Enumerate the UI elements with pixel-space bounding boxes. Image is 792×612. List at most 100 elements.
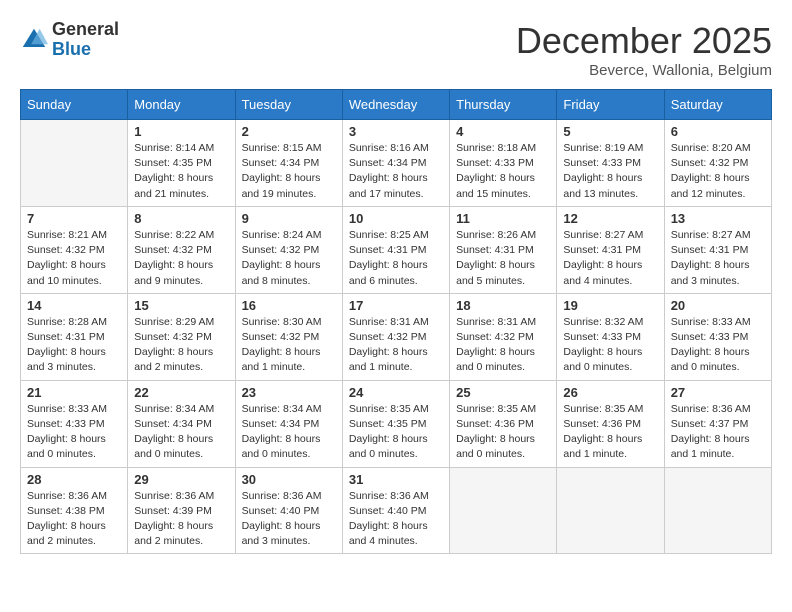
calendar-cell: 1 Sunrise: 8:14 AMSunset: 4:35 PMDaylight… — [128, 120, 235, 207]
day-number: 27 — [671, 385, 765, 400]
day-info: Sunrise: 8:34 AMSunset: 4:34 PMDaylight:… — [134, 402, 228, 463]
day-info: Sunrise: 8:36 AMSunset: 4:37 PMDaylight:… — [671, 402, 765, 463]
day-info: Sunrise: 8:27 AMSunset: 4:31 PMDaylight:… — [671, 228, 765, 289]
calendar-cell: 6Sunrise: 8:20 AMSunset: 4:32 PMDaylight… — [664, 120, 771, 207]
calendar-cell: 28 Sunrise: 8:36 AMSunset: 4:38 PMDayligh… — [21, 467, 128, 554]
day-info: Sunrise: 8:36 AMSunset: 4:39 PMDaylight:… — [134, 489, 228, 550]
calendar-cell: 7Sunrise: 8:21 AMSunset: 4:32 PMDaylight… — [21, 206, 128, 293]
day-of-week-header: Friday — [557, 90, 664, 120]
day-number: 26 — [563, 385, 657, 400]
day-number: 30 — [242, 472, 336, 487]
day-info: Sunrise: 8:36 AMSunset: 4:40 PMDaylight:… — [242, 489, 336, 550]
day-number: 4 — [456, 124, 550, 139]
day-of-week-header: Tuesday — [235, 90, 342, 120]
logo-icon — [20, 26, 48, 54]
day-info: Sunrise: 8:26 AMSunset: 4:31 PMDaylight:… — [456, 228, 550, 289]
calendar-cell: 3 Sunrise: 8:16 AMSunset: 4:34 PMDaylight… — [342, 120, 449, 207]
calendar-cell — [21, 120, 128, 207]
calendar-cell: 24 Sunrise: 8:35 AMSunset: 4:35 PMDayligh… — [342, 380, 449, 467]
calendar-cell: 17Sunrise: 8:31 AMSunset: 4:32 PMDayligh… — [342, 293, 449, 380]
day-info: Sunrise: 8:34 AMSunset: 4:34 PMDaylight:… — [242, 402, 336, 463]
day-info: Sunrise: 8:36 AMSunset: 4:40 PMDaylight:… — [349, 489, 443, 550]
title-block: December 2025 Beverce, Wallonia, Belgium — [516, 20, 772, 79]
calendar-cell: 29 Sunrise: 8:36 AMSunset: 4:39 PMDayligh… — [128, 467, 235, 554]
logo-text: General Blue — [52, 20, 119, 60]
day-info: Sunrise: 8:36 AMSunset: 4:38 PMDaylight:… — [27, 489, 121, 550]
day-info: Sunrise: 8:33 AMSunset: 4:33 PMDaylight:… — [671, 315, 765, 376]
day-number: 9 — [242, 211, 336, 226]
calendar-cell — [664, 467, 771, 554]
calendar-cell: 8Sunrise: 8:22 AMSunset: 4:32 PMDaylight… — [128, 206, 235, 293]
day-number: 11 — [456, 211, 550, 226]
day-info: Sunrise: 8:14 AMSunset: 4:35 PMDaylight:… — [134, 141, 228, 202]
day-info: Sunrise: 8:22 AMSunset: 4:32 PMDaylight:… — [134, 228, 228, 289]
day-info: Sunrise: 8:32 AMSunset: 4:33 PMDaylight:… — [563, 315, 657, 376]
calendar-header: SundayMondayTuesdayWednesdayThursdayFrid… — [21, 90, 772, 120]
month-title: December 2025 — [516, 20, 772, 62]
day-number: 5 — [563, 124, 657, 139]
day-number: 14 — [27, 298, 121, 313]
day-info: Sunrise: 8:28 AMSunset: 4:31 PMDaylight:… — [27, 315, 121, 376]
day-of-week-header: Monday — [128, 90, 235, 120]
calendar-cell: 26 Sunrise: 8:35 AMSunset: 4:36 PMDayligh… — [557, 380, 664, 467]
day-info: Sunrise: 8:16 AMSunset: 4:34 PMDaylight:… — [349, 141, 443, 202]
day-info: Sunrise: 8:35 AMSunset: 4:36 PMDaylight:… — [456, 402, 550, 463]
day-number: 28 — [27, 472, 121, 487]
logo-blue: Blue — [52, 40, 119, 60]
logo-general: General — [52, 20, 119, 40]
day-info: Sunrise: 8:35 AMSunset: 4:36 PMDaylight:… — [563, 402, 657, 463]
day-info: Sunrise: 8:35 AMSunset: 4:35 PMDaylight:… — [349, 402, 443, 463]
calendar-cell: 12 Sunrise: 8:27 AMSunset: 4:31 PMDayligh… — [557, 206, 664, 293]
day-number: 20 — [671, 298, 765, 313]
day-info: Sunrise: 8:33 AMSunset: 4:33 PMDaylight:… — [27, 402, 121, 463]
day-info: Sunrise: 8:31 AMSunset: 4:32 PMDaylight:… — [349, 315, 443, 376]
day-number: 29 — [134, 472, 228, 487]
calendar-cell: 21 Sunrise: 8:33 AMSunset: 4:33 PMDayligh… — [21, 380, 128, 467]
calendar-week-row: 14 Sunrise: 8:28 AMSunset: 4:31 PMDayligh… — [21, 293, 772, 380]
calendar-cell: 11 Sunrise: 8:26 AMSunset: 4:31 PMDayligh… — [450, 206, 557, 293]
day-number: 25 — [456, 385, 550, 400]
day-of-week-header: Thursday — [450, 90, 557, 120]
calendar-cell: 15 Sunrise: 8:29 AMSunset: 4:32 PMDayligh… — [128, 293, 235, 380]
day-info: Sunrise: 8:25 AMSunset: 4:31 PMDaylight:… — [349, 228, 443, 289]
calendar-cell: 25 Sunrise: 8:35 AMSunset: 4:36 PMDayligh… — [450, 380, 557, 467]
calendar-cell: 23Sunrise: 8:34 AMSunset: 4:34 PMDayligh… — [235, 380, 342, 467]
day-number: 31 — [349, 472, 443, 487]
day-of-week-header: Saturday — [664, 90, 771, 120]
calendar-cell: 22Sunrise: 8:34 AMSunset: 4:34 PMDayligh… — [128, 380, 235, 467]
calendar-body: 1 Sunrise: 8:14 AMSunset: 4:35 PMDaylight… — [21, 120, 772, 554]
calendar-cell — [450, 467, 557, 554]
day-of-week-header: Sunday — [21, 90, 128, 120]
day-number: 6 — [671, 124, 765, 139]
day-number: 18 — [456, 298, 550, 313]
calendar-week-row: 21 Sunrise: 8:33 AMSunset: 4:33 PMDayligh… — [21, 380, 772, 467]
calendar-cell: 19 Sunrise: 8:32 AMSunset: 4:33 PMDayligh… — [557, 293, 664, 380]
day-number: 2 — [242, 124, 336, 139]
day-info: Sunrise: 8:31 AMSunset: 4:32 PMDaylight:… — [456, 315, 550, 376]
day-info: Sunrise: 8:24 AMSunset: 4:32 PMDaylight:… — [242, 228, 336, 289]
calendar-cell: 16Sunrise: 8:30 AMSunset: 4:32 PMDayligh… — [235, 293, 342, 380]
day-number: 3 — [349, 124, 443, 139]
day-number: 1 — [134, 124, 228, 139]
calendar-cell: 18 Sunrise: 8:31 AMSunset: 4:32 PMDayligh… — [450, 293, 557, 380]
calendar-cell: 9 Sunrise: 8:24 AMSunset: 4:32 PMDaylight… — [235, 206, 342, 293]
day-info: Sunrise: 8:27 AMSunset: 4:31 PMDaylight:… — [563, 228, 657, 289]
day-number: 12 — [563, 211, 657, 226]
day-info: Sunrise: 8:21 AMSunset: 4:32 PMDaylight:… — [27, 228, 121, 289]
day-number: 21 — [27, 385, 121, 400]
day-number: 19 — [563, 298, 657, 313]
days-of-week-row: SundayMondayTuesdayWednesdayThursdayFrid… — [21, 90, 772, 120]
day-number: 10 — [349, 211, 443, 226]
day-number: 16 — [242, 298, 336, 313]
day-info: Sunrise: 8:18 AMSunset: 4:33 PMDaylight:… — [456, 141, 550, 202]
calendar-cell: 20 Sunrise: 8:33 AMSunset: 4:33 PMDayligh… — [664, 293, 771, 380]
calendar-week-row: 7Sunrise: 8:21 AMSunset: 4:32 PMDaylight… — [21, 206, 772, 293]
day-number: 15 — [134, 298, 228, 313]
calendar-cell: 31 Sunrise: 8:36 AMSunset: 4:40 PMDayligh… — [342, 467, 449, 554]
calendar-cell: 27 Sunrise: 8:36 AMSunset: 4:37 PMDayligh… — [664, 380, 771, 467]
calendar-table: SundayMondayTuesdayWednesdayThursdayFrid… — [20, 89, 772, 554]
calendar-cell: 13Sunrise: 8:27 AMSunset: 4:31 PMDayligh… — [664, 206, 771, 293]
day-number: 24 — [349, 385, 443, 400]
calendar-cell: 4 Sunrise: 8:18 AMSunset: 4:33 PMDaylight… — [450, 120, 557, 207]
day-info: Sunrise: 8:29 AMSunset: 4:32 PMDaylight:… — [134, 315, 228, 376]
